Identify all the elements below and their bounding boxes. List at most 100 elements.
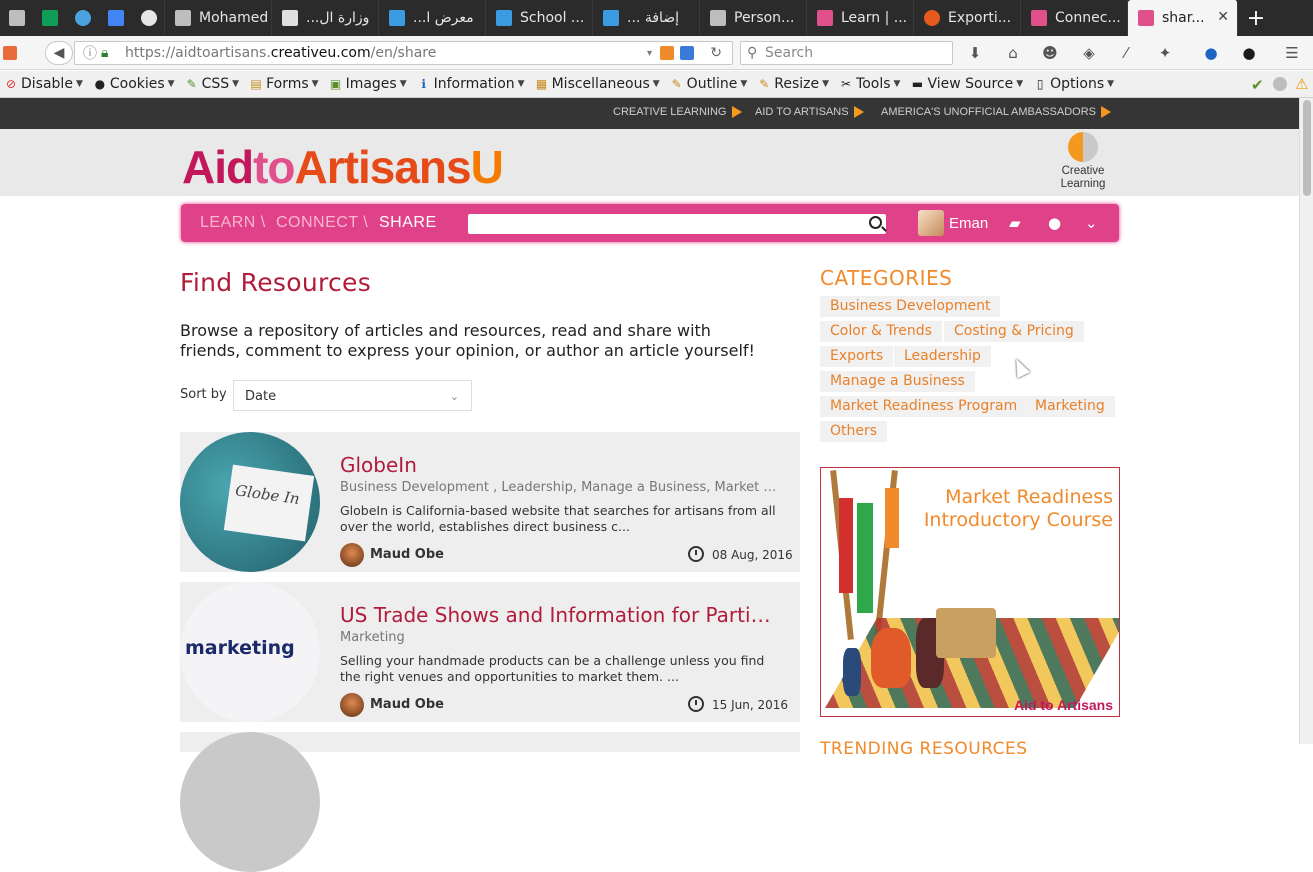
tab-olx-pinned[interactable] bbox=[132, 0, 165, 36]
site-search-input[interactable] bbox=[468, 214, 886, 234]
search-bar[interactable]: ⚲ Search bbox=[740, 41, 953, 65]
chevron-down-icon: ▼ bbox=[652, 79, 660, 89]
page-scrollbar[interactable] bbox=[1299, 98, 1313, 744]
article-thumbnail[interactable] bbox=[180, 732, 320, 872]
dev-tools[interactable]: ✂ Tools ▼ bbox=[839, 76, 900, 92]
tab-connect[interactable]: Connec... bbox=[1021, 0, 1128, 36]
dev-resize[interactable]: ✎ Resize ▼ bbox=[757, 76, 829, 92]
ad-headline: Market Readiness Introductory Course bbox=[924, 486, 1113, 532]
scrollbar-thumb[interactable] bbox=[1303, 100, 1311, 196]
url-bar[interactable]: ⓘ 🔒︎ https://aidtoartisans. creativeu.com… bbox=[74, 41, 733, 65]
market-readiness-ad[interactable]: Market Readiness Introductory Course Aid … bbox=[820, 467, 1120, 717]
profile-icon[interactable]: ● bbox=[1048, 214, 1061, 232]
color-icon[interactable]: ● bbox=[1239, 44, 1259, 62]
article-author[interactable]: Maud Obe bbox=[370, 547, 444, 562]
nav-connect[interactable]: CONNECT \ bbox=[276, 214, 368, 232]
top-link-ambassadors[interactable]: AMERICA'S UNOFFICIAL AMBASSADORS bbox=[881, 106, 1112, 118]
dev-information[interactable]: ℹ Information ▼ bbox=[417, 76, 524, 92]
dev-css[interactable]: ✎ CSS ▼ bbox=[185, 76, 240, 92]
article-thumbnail[interactable]: marketing bbox=[180, 582, 320, 722]
dev-miscellaneous[interactable]: ▦ Miscellaneous ▼ bbox=[535, 76, 660, 92]
options-icon: ▯ bbox=[1036, 77, 1044, 91]
tab-exhibition[interactable]: ...معرض ا bbox=[379, 0, 486, 36]
reload-icon[interactable]: ↻ bbox=[710, 45, 722, 61]
category-tag[interactable]: Market Readiness Program bbox=[820, 396, 1028, 417]
emoji-icon[interactable]: ☻ bbox=[1040, 44, 1060, 62]
author-avatar[interactable] bbox=[340, 543, 364, 567]
article-card[interactable]: Globe In GlobeIn Business Development , … bbox=[180, 432, 800, 572]
globe-icon[interactable]: ● bbox=[1201, 44, 1221, 62]
tab-school[interactable]: School ... bbox=[486, 0, 593, 36]
user-name[interactable]: Eman bbox=[949, 215, 988, 232]
article-thumbnail[interactable]: Globe In bbox=[180, 432, 320, 572]
hamburger-menu-icon[interactable]: ☰ bbox=[1282, 44, 1302, 62]
article-author[interactable]: Maud Obe bbox=[370, 697, 444, 712]
tab-person[interactable]: Person... bbox=[700, 0, 807, 36]
category-tag[interactable]: Color & Trends bbox=[820, 321, 942, 342]
extension-icon[interactable]: ✦ bbox=[1155, 44, 1175, 62]
dev-cookies[interactable]: ● Cookies ▼ bbox=[93, 76, 175, 92]
tab-sheets-pinned[interactable] bbox=[33, 0, 66, 36]
tab-label: Person... bbox=[734, 10, 795, 26]
warning-icon[interactable]: ⚠ bbox=[1295, 75, 1308, 93]
dev-options[interactable]: ▯ Options ▼ bbox=[1033, 76, 1114, 92]
top-link-creative-learning[interactable]: CREATIVE LEARNING bbox=[613, 106, 742, 118]
back-button[interactable]: ◀ bbox=[45, 41, 73, 65]
category-tag[interactable]: Costing & Pricing bbox=[944, 321, 1084, 342]
dev-label: Resize bbox=[774, 76, 820, 92]
home-icon[interactable]: ⌂ bbox=[1003, 44, 1023, 62]
dev-disable[interactable]: ⊘ Disable ▼ bbox=[4, 76, 83, 92]
info-icon[interactable]: ⓘ bbox=[83, 43, 97, 63]
creative-learning-logo[interactable]: Creative Learning bbox=[1057, 132, 1109, 191]
search-icon: ⚲ bbox=[747, 45, 758, 61]
addon-plus-icon[interactable] bbox=[660, 46, 674, 60]
check-icon[interactable]: ✔ bbox=[1251, 76, 1264, 94]
tab-learn[interactable]: Learn | ... bbox=[807, 0, 914, 36]
tab-add[interactable]: ... إضافة bbox=[593, 0, 700, 36]
category-tag[interactable]: Exports bbox=[820, 346, 894, 367]
tab-share-active[interactable]: shar... ✕ bbox=[1128, 0, 1238, 36]
dev-outline[interactable]: ✎ Outline ▼ bbox=[670, 76, 748, 92]
nav-learn[interactable]: LEARN \ bbox=[200, 214, 266, 232]
tab-exporting[interactable]: Exporti... bbox=[914, 0, 1021, 36]
url-dropdown-icon[interactable]: ▾ bbox=[647, 48, 652, 59]
nav-share[interactable]: SHARE bbox=[379, 214, 437, 232]
chevron-down-icon[interactable]: ⌄ bbox=[1085, 214, 1098, 232]
status-circle-icon[interactable] bbox=[1273, 77, 1287, 91]
tab-gmail-pinned[interactable] bbox=[0, 0, 33, 36]
firefox-menu-icon[interactable] bbox=[3, 46, 17, 60]
dev-forms[interactable]: ▤ Forms ▼ bbox=[249, 76, 318, 92]
top-link-aid-to-artisans[interactable]: AID TO ARTISANS bbox=[755, 106, 864, 118]
category-tag[interactable]: Business Development bbox=[820, 296, 1001, 317]
dev-label: Outline bbox=[686, 76, 738, 92]
article-title[interactable]: US Trade Shows and Information for Parti… bbox=[340, 603, 780, 627]
tab-asterisk-pinned[interactable] bbox=[66, 0, 99, 36]
category-tag[interactable]: Marketing bbox=[1025, 396, 1115, 417]
dropper-icon[interactable]: ⁄ bbox=[1116, 44, 1136, 62]
article-card[interactable]: marketing US Trade Shows and Information… bbox=[180, 582, 800, 722]
avatar[interactable] bbox=[918, 210, 944, 236]
dev-images[interactable]: ▣ Images ▼ bbox=[329, 76, 407, 92]
category-tag[interactable]: Others bbox=[820, 421, 888, 442]
sort-select[interactable]: Date ⌄ bbox=[233, 380, 472, 411]
category-tag[interactable]: Manage a Business bbox=[820, 371, 975, 392]
download-icon[interactable]: ⬇ bbox=[965, 44, 985, 62]
circle-app-icon bbox=[389, 10, 405, 26]
category-tag[interactable]: Leadership bbox=[894, 346, 991, 367]
article-title[interactable]: GlobeIn bbox=[340, 453, 780, 477]
article-card[interactable] bbox=[180, 732, 800, 872]
tab-ministry[interactable]: ...وزارة ال bbox=[272, 0, 379, 36]
addon-info-icon[interactable] bbox=[680, 46, 694, 60]
search-icon[interactable] bbox=[869, 216, 882, 229]
tab-mohamed[interactable]: Mohamed ... bbox=[165, 0, 272, 36]
new-tab-button[interactable]: + bbox=[1238, 0, 1274, 36]
pocket-icon[interactable]: ◈ bbox=[1079, 44, 1099, 62]
tab-docs-pinned[interactable] bbox=[99, 0, 132, 36]
dev-label: Options bbox=[1050, 76, 1105, 92]
dev-view-source[interactable]: ▬ View Source ▼ bbox=[910, 76, 1023, 92]
site-logo[interactable]: AidtoArtisansU bbox=[182, 142, 504, 192]
top-link-label: AMERICA'S UNOFFICIAL AMBASSADORS bbox=[881, 106, 1097, 118]
messages-icon[interactable]: ▰ bbox=[1009, 214, 1021, 232]
author-avatar[interactable] bbox=[340, 693, 364, 717]
close-tab-icon[interactable]: ✕ bbox=[1217, 9, 1229, 25]
